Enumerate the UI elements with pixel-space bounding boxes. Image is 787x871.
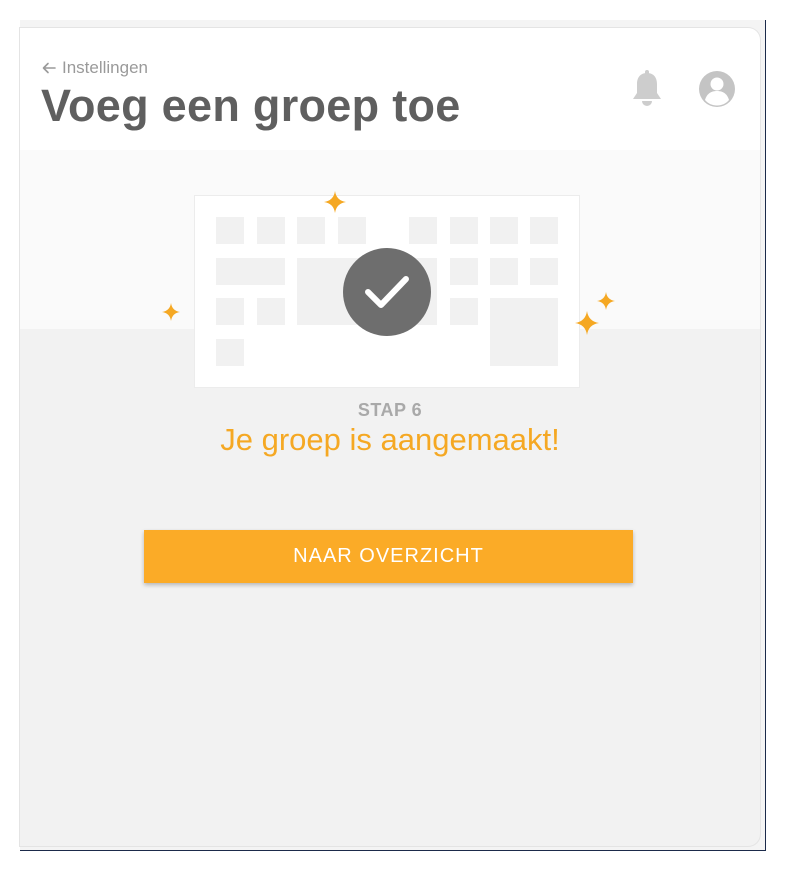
calendar-cell [257,298,285,325]
calendar-cell [530,258,558,285]
calendar-cell [216,258,285,285]
sparkle-icon [162,303,180,321]
calendar-cell [450,298,478,325]
wizard-card: Instellingen Voeg een groep toe STAP 6 J… [20,28,760,846]
calendar-cell [490,258,518,285]
arrow-left-icon [42,62,56,74]
user-avatar-icon[interactable] [698,70,736,108]
success-badge [343,248,431,336]
page-header: Instellingen Voeg een groep toe [20,28,760,150]
bell-icon[interactable] [630,70,664,108]
calendar-cell [216,339,244,366]
success-message: Je groep is aangemaakt! [220,422,560,457]
calendar-cell [490,298,558,366]
calendar-cell [450,217,478,244]
page-title: Voeg een groep toe [41,80,461,131]
back-link[interactable]: Instellingen [42,58,148,78]
calendar-cell [216,298,244,325]
calendar-cell [338,217,366,244]
checkmark-icon [365,276,409,308]
step-label: STAP 6 [357,400,423,420]
app-window: Instellingen Voeg een groep toe STAP 6 J… [20,20,766,851]
back-link-label: Instellingen [62,58,149,77]
calendar-cell [257,217,285,244]
sparkle-icon [597,292,615,310]
calendar-cell [216,217,244,244]
calendar-cell [450,258,478,285]
to-overview-button[interactable]: NAAR OVERZICHT [144,530,633,583]
calendar-cell [530,217,558,244]
calendar-cell [409,217,437,244]
sparkle-icon [324,191,346,213]
calendar-cell [490,217,518,244]
calendar-cell [297,217,325,244]
sparkle-icon [575,311,599,335]
